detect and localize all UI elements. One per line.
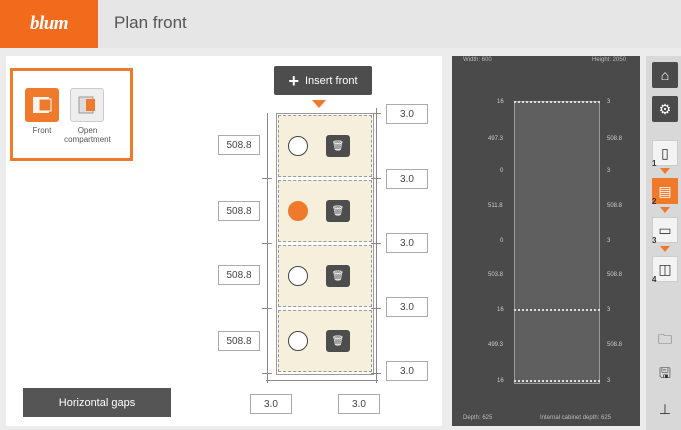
dim-tick	[262, 308, 272, 309]
front-select-radio-4[interactable]	[288, 331, 308, 351]
delete-front-2-button[interactable]: 🗑	[326, 200, 350, 222]
open-compartment-icon	[78, 96, 95, 114]
preview-right-value: 508.8	[607, 342, 623, 348]
gap-input-1[interactable]: 3.0	[386, 104, 428, 124]
home-icon: ⌂	[660, 67, 670, 83]
side-gap-right-input[interactable]: 3.0	[338, 394, 380, 414]
top-bar	[0, 0, 681, 48]
trash-icon: 🗑	[331, 270, 345, 282]
front-height-input-4[interactable]: 508.8	[218, 331, 260, 351]
preview-divider	[514, 101, 600, 103]
horizontal-gaps-button[interactable]: Horizontal gaps	[23, 388, 171, 417]
step-number: 3	[652, 236, 657, 245]
trash-icon: 🗑	[331, 335, 345, 347]
preview-left-value: 511.8	[488, 203, 503, 209]
preview-height-label: Height: 2050	[592, 57, 627, 63]
export-icon: ⊥	[658, 400, 672, 417]
preview-left-value: 499.3	[488, 342, 504, 348]
preview-right-value: 508.8	[607, 203, 623, 209]
step-arrow	[660, 168, 670, 174]
front-tool-button[interactable]	[25, 88, 59, 122]
gap-dimension-line	[376, 108, 377, 383]
delete-front-1-button[interactable]: 🗑	[326, 135, 350, 157]
step-number: 1	[652, 159, 657, 168]
blum-logo: blum	[0, 0, 98, 48]
dim-tick	[262, 373, 272, 374]
width-dimension-line	[266, 380, 378, 381]
step-number: 2	[652, 197, 657, 206]
preview-right-value: 3	[607, 168, 611, 174]
preview-internal-depth-label: Internal cabinet depth: 625	[540, 415, 612, 421]
preview-divider	[514, 309, 600, 311]
front-height-input-3[interactable]: 508.8	[218, 265, 260, 285]
preview-depth-label: Depth: 625	[463, 415, 493, 421]
front-icon	[33, 97, 52, 113]
dim-tick	[371, 113, 381, 114]
open-file-button[interactable]: 🗀	[652, 328, 678, 354]
height-dimension-line	[267, 113, 268, 383]
save-button[interactable]: 🖫	[652, 362, 678, 388]
front-select-radio-3[interactable]	[288, 266, 308, 286]
preview-left-value: 16	[497, 378, 504, 384]
preview-right-value: 508.8	[607, 136, 623, 142]
preview-divider	[514, 380, 600, 382]
front-icon: ▤	[658, 182, 672, 199]
cabinet-settings-icon: ⚙	[658, 100, 672, 117]
dim-tick	[371, 243, 381, 244]
dim-tick	[262, 178, 272, 179]
fitting-icon: ◫	[658, 260, 672, 277]
preview-left-value: 0	[500, 168, 504, 174]
dim-tick	[371, 178, 381, 179]
insert-front-button[interactable]: + Insert front	[274, 66, 372, 95]
drawer-icon: ▭	[658, 221, 672, 238]
gap-input-5[interactable]: 3.0	[386, 361, 428, 381]
preview-left-value: 16	[497, 307, 504, 313]
front-height-input-2[interactable]: 508.8	[218, 201, 260, 221]
front-height-input-1[interactable]: 508.8	[218, 135, 260, 155]
delete-front-4-button[interactable]: 🗑	[326, 330, 350, 352]
dim-tick	[371, 308, 381, 309]
trash-icon: 🗑	[331, 205, 345, 217]
dim-tick	[262, 243, 272, 244]
side-gap-left-input[interactable]: 3.0	[250, 394, 292, 414]
preview-right-value: 3	[607, 238, 611, 244]
delete-front-3-button[interactable]: 🗑	[326, 265, 350, 287]
export-button[interactable]: ⊥	[652, 396, 678, 422]
step-arrow	[660, 246, 670, 252]
open-compartment-tool-button[interactable]	[70, 88, 104, 122]
preview-right-value: 3	[607, 99, 611, 105]
gap-input-3[interactable]: 3.0	[386, 233, 428, 253]
save-icon: 🖫	[659, 365, 671, 381]
gap-input-2[interactable]: 3.0	[386, 169, 428, 189]
cabinet-settings-button[interactable]: ⚙	[652, 96, 678, 122]
step-arrow	[660, 207, 670, 213]
step-number: 4	[652, 275, 657, 284]
preview-right-value: 3	[607, 307, 611, 313]
preview-left-value: 497.3	[488, 136, 504, 142]
plus-icon: +	[288, 70, 299, 91]
page-title: Plan front	[114, 13, 187, 32]
preview-width-label: Width: 600	[463, 57, 492, 63]
insert-front-label: Insert front	[304, 74, 358, 87]
preview-left-value: 503.8	[488, 272, 504, 278]
home-button[interactable]: ⌂	[652, 62, 678, 88]
insert-position-marker[interactable]	[312, 100, 326, 108]
gap-input-4[interactable]: 3.0	[386, 297, 428, 317]
front-tool-label: Front	[32, 126, 52, 135]
open-compartment-tool-label: Open compartment	[64, 126, 111, 144]
preview-right-value: 508.8	[607, 272, 623, 278]
preview-right-value: 3	[607, 378, 611, 384]
preview-left-value: 0	[500, 238, 504, 244]
trash-icon: 🗑	[331, 140, 345, 152]
logo-text: blum	[29, 13, 69, 34]
front-select-radio-1[interactable]	[288, 136, 308, 156]
dim-tick	[371, 373, 381, 374]
cabinet-icon: ▯	[661, 144, 669, 161]
folder-open-icon: 🗀	[658, 331, 672, 347]
preview-left-value: 16	[497, 99, 504, 105]
preview-cabinet	[514, 101, 600, 384]
front-select-radio-2[interactable]	[288, 201, 308, 221]
